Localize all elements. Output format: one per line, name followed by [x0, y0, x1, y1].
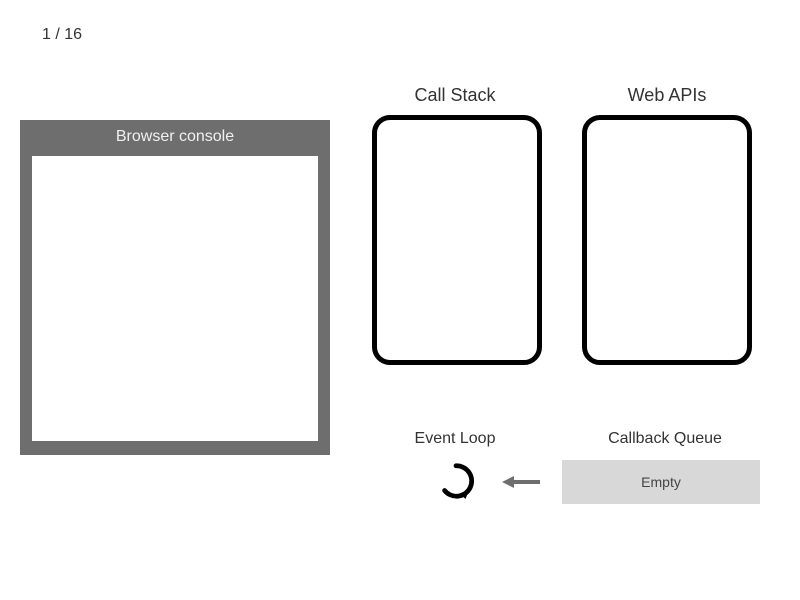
browser-console-body — [32, 156, 318, 441]
browser-console-title: Browser console — [20, 120, 330, 156]
call-stack-label: Call Stack — [395, 85, 515, 106]
web-apis-box — [582, 115, 752, 365]
callback-queue-status: Empty — [641, 474, 681, 490]
arrow-left-icon — [500, 472, 542, 492]
event-loop-label: Event Loop — [395, 430, 515, 448]
browser-console-panel: Browser console — [20, 120, 330, 455]
call-stack-box — [372, 115, 542, 365]
web-apis-label: Web APIs — [607, 85, 727, 106]
event-loop-icon — [437, 462, 475, 500]
page-counter: 1 / 16 — [42, 26, 82, 44]
callback-queue-label: Callback Queue — [570, 430, 760, 448]
callback-queue-box: Empty — [562, 460, 760, 504]
